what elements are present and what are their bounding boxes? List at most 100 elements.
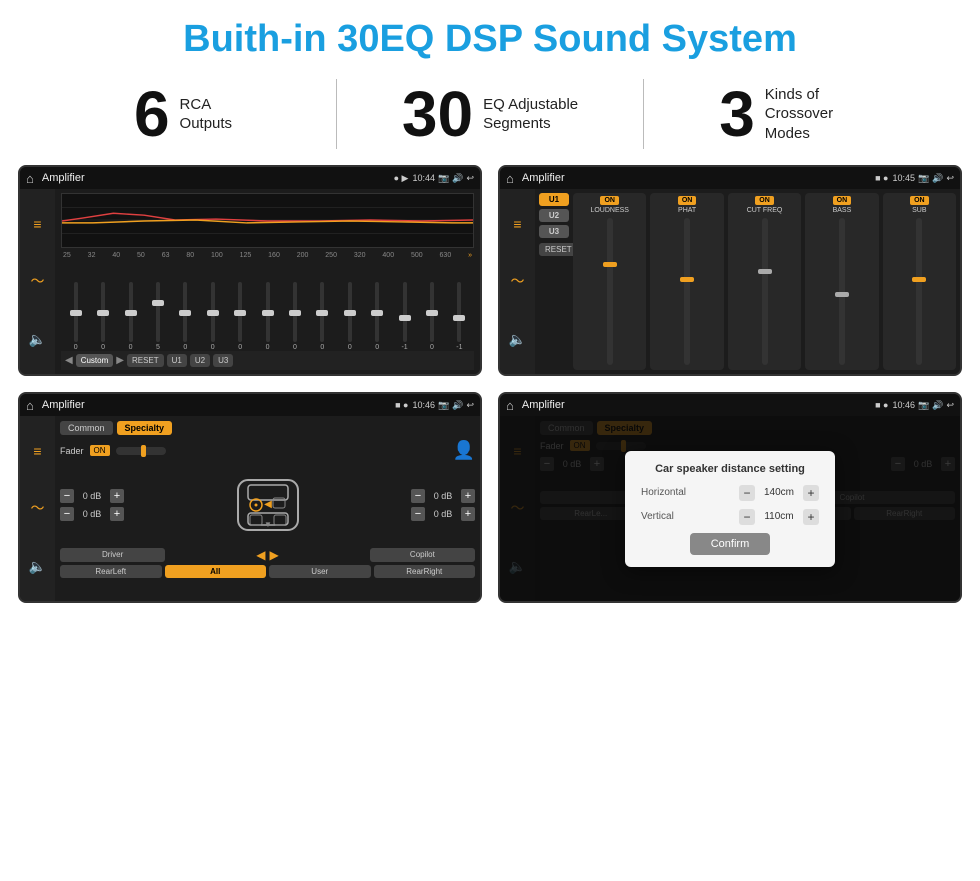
tab-common[interactable]: Common bbox=[60, 421, 113, 435]
right-arrow[interactable]: ▶ bbox=[270, 548, 279, 562]
left-db-col: − 0 dB + − 0 dB + bbox=[60, 489, 124, 521]
eq-icon-3[interactable]: ≡ bbox=[27, 440, 49, 462]
u3-select[interactable]: U3 bbox=[539, 225, 569, 238]
reset-button[interactable]: RESET bbox=[127, 354, 164, 367]
fader-control-row: Fader ON 👤 bbox=[60, 440, 475, 461]
prev-arrow[interactable]: ◀ bbox=[65, 355, 73, 366]
rearright-btn[interactable]: RearRight bbox=[374, 565, 476, 578]
fl-plus[interactable]: + bbox=[110, 489, 124, 503]
status-bar-3: ⌂ Amplifier ■ ● 10:46 📷 🔊 ↩ bbox=[20, 394, 480, 416]
loudness-on[interactable]: ON bbox=[600, 196, 619, 205]
u2-select[interactable]: U2 bbox=[539, 209, 569, 222]
eq-slider-9: 0 bbox=[310, 282, 335, 351]
user-btn[interactable]: User bbox=[269, 565, 371, 578]
back-icon-2[interactable]: ↩ bbox=[946, 173, 954, 184]
eq-slider-4: 0 bbox=[173, 282, 198, 351]
tab-specialty[interactable]: Specialty bbox=[117, 421, 173, 435]
horizontal-plus[interactable]: + bbox=[803, 485, 819, 501]
fr-plus[interactable]: + bbox=[461, 489, 475, 503]
u1-select[interactable]: U1 bbox=[539, 193, 569, 206]
camera-icon-4: 📷 bbox=[918, 400, 929, 411]
fl-db: − 0 dB + bbox=[60, 489, 124, 503]
speaker-icon[interactable]: 🔈 bbox=[27, 328, 49, 350]
speaker-icon-2[interactable]: 🔈 bbox=[507, 328, 529, 350]
horizontal-minus[interactable]: − bbox=[739, 485, 755, 501]
home-icon-1[interactable]: ⌂ bbox=[26, 171, 34, 186]
rr-db: − 0 dB + bbox=[411, 507, 475, 521]
fader-slider[interactable] bbox=[116, 447, 166, 455]
u1-button[interactable]: U1 bbox=[167, 354, 187, 367]
volume-icon-3: 🔊 bbox=[452, 400, 463, 411]
svg-text:◀: ◀ bbox=[264, 499, 272, 510]
app-title-3: Amplifier bbox=[42, 399, 391, 411]
stat-number-crossover: 3 bbox=[719, 82, 755, 146]
home-icon-2[interactable]: ⌂ bbox=[506, 171, 514, 186]
band-sub: ON SUB bbox=[883, 193, 956, 370]
rl-minus[interactable]: − bbox=[60, 507, 74, 521]
back-icon-3[interactable]: ↩ bbox=[466, 400, 474, 411]
vertical-plus[interactable]: + bbox=[803, 509, 819, 525]
fader-sidebar: ≡ 〜 🔈 bbox=[20, 416, 55, 601]
fr-minus[interactable]: − bbox=[411, 489, 425, 503]
copilot-btn[interactable]: Copilot bbox=[370, 548, 475, 562]
eq-slider-1: 0 bbox=[90, 282, 115, 351]
rl-plus[interactable]: + bbox=[110, 507, 124, 521]
driver-btn[interactable]: Driver bbox=[60, 548, 165, 562]
back-icon-1[interactable]: ↩ bbox=[466, 173, 474, 184]
home-icon-4[interactable]: ⌂ bbox=[506, 398, 514, 413]
u3-button[interactable]: U3 bbox=[213, 354, 233, 367]
band-loudness: ON LOUDNESS bbox=[573, 193, 646, 370]
speaker-icon-3[interactable]: 🔈 bbox=[27, 555, 49, 577]
eq-slider-10: 0 bbox=[337, 282, 362, 351]
screen3-content: ≡ 〜 🔈 Common Specialty Fader ON 👤 bbox=[20, 416, 480, 601]
stat-divider-2 bbox=[643, 79, 644, 149]
cutfreq-on[interactable]: ON bbox=[755, 196, 774, 205]
phat-on[interactable]: ON bbox=[678, 196, 697, 205]
fader-label: Fader bbox=[60, 446, 84, 456]
avatar-icon: 👤 bbox=[453, 440, 475, 461]
eq-icon-2[interactable]: ≡ bbox=[507, 213, 529, 235]
screen-dialog: ⌂ Amplifier ■ ● 10:46 📷 🔊 ↩ ≡ 〜 🔈 Common… bbox=[498, 392, 962, 603]
rr-plus[interactable]: + bbox=[461, 507, 475, 521]
home-icon-3[interactable]: ⌂ bbox=[26, 398, 34, 413]
vertical-minus[interactable]: − bbox=[739, 509, 755, 525]
stat-number-rca: 6 bbox=[134, 82, 170, 146]
preset-label: Custom bbox=[76, 354, 114, 367]
amp-reset[interactable]: RESET bbox=[539, 243, 578, 256]
fader-on-btn[interactable]: ON bbox=[90, 445, 110, 456]
status-bar-4: ⌂ Amplifier ■ ● 10:46 📷 🔊 ↩ bbox=[500, 394, 960, 416]
horizontal-value: 140cm bbox=[759, 487, 799, 498]
fl-minus[interactable]: − bbox=[60, 489, 74, 503]
dot-icon-1: ● ▶ bbox=[394, 173, 409, 184]
status-bar-2: ⌂ Amplifier ■ ● 10:45 📷 🔊 ↩ bbox=[500, 167, 960, 189]
dot-icon-3: ■ ● bbox=[395, 400, 408, 410]
camera-icon-2: 📷 bbox=[918, 173, 929, 184]
next-arrow[interactable]: ▶ bbox=[116, 355, 124, 366]
left-arrow[interactable]: ◀ bbox=[256, 548, 265, 562]
speaker-layout: − 0 dB + − 0 dB + bbox=[60, 465, 475, 545]
eq-slider-5: 0 bbox=[200, 282, 225, 351]
rearleft-btn[interactable]: RearLeft bbox=[60, 565, 162, 578]
vertical-value: 110cm bbox=[759, 511, 799, 522]
back-icon-4[interactable]: ↩ bbox=[946, 400, 954, 411]
amp-panels: U1 U2 U3 RESET ON LOUDNESS ON bbox=[539, 193, 956, 370]
expand-icon[interactable]: » bbox=[468, 252, 472, 259]
wave-icon-2[interactable]: 〜 bbox=[507, 270, 529, 292]
band-phat: ON PHAT bbox=[650, 193, 723, 370]
eq-slider-2: 0 bbox=[118, 282, 143, 351]
all-btn[interactable]: All bbox=[165, 565, 267, 578]
svg-text:▼: ▼ bbox=[264, 520, 272, 529]
screen2-content: ≡ 〜 🔈 U1 U2 U3 RESET ON LOUDNESS bbox=[500, 189, 960, 374]
wave-icon-3[interactable]: 〜 bbox=[27, 497, 49, 519]
status-icons-3: 10:46 📷 🔊 ↩ bbox=[412, 400, 474, 411]
u2-button[interactable]: U2 bbox=[190, 354, 210, 367]
bass-on[interactable]: ON bbox=[833, 196, 852, 205]
sub-on[interactable]: ON bbox=[910, 196, 929, 205]
rr-minus[interactable]: − bbox=[411, 507, 425, 521]
confirm-button[interactable]: Confirm bbox=[690, 533, 770, 555]
eq-icon[interactable]: ≡ bbox=[27, 213, 49, 235]
eq-main-area: 25 32 40 50 63 80 100 125 160 200 250 32… bbox=[55, 189, 480, 374]
wave-icon[interactable]: 〜 bbox=[27, 270, 49, 292]
status-bar-1: ⌂ Amplifier ● ▶ 10:44 📷 🔊 ↩ bbox=[20, 167, 480, 189]
camera-icon-1: 📷 bbox=[438, 173, 449, 184]
